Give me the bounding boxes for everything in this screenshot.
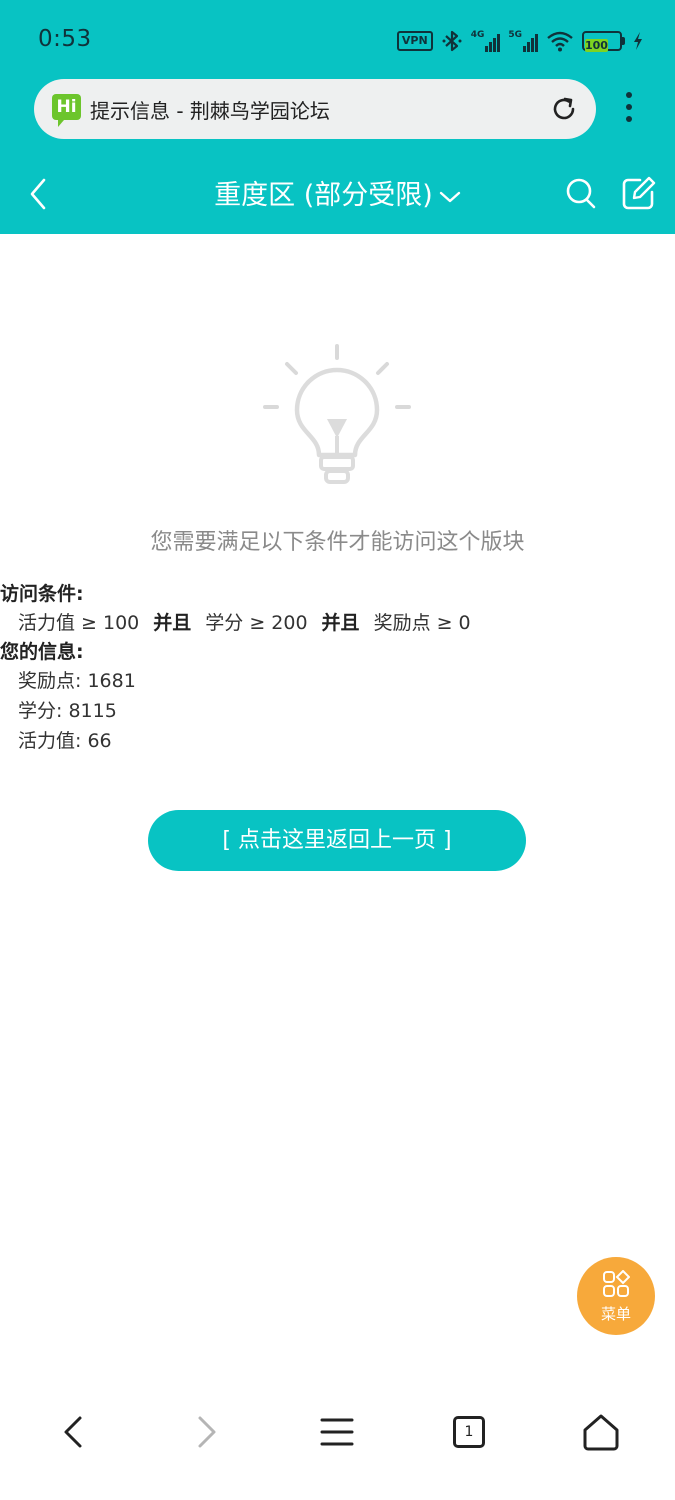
more-options-icon[interactable] [614, 92, 644, 128]
lightbulb-icon [263, 344, 411, 484]
forum-title: 重度区 (部分受限) [214, 180, 433, 211]
page-title: 提示信息 - 荆棘鸟学园论坛 [90, 99, 330, 123]
search-icon[interactable] [562, 174, 600, 212]
conditions-row: 活力值 ≥ 100 并且 学分 ≥ 200 并且 奖励点 ≥ 0 [0, 608, 675, 638]
browser-back-icon[interactable] [52, 1410, 96, 1454]
condition-vitality: 活力值 ≥ 100 [18, 612, 140, 634]
info-reward: 奖励点: 1681 [18, 670, 136, 692]
menu-label: 菜单 [600, 1305, 631, 1323]
signal-4g-icon: 4G [471, 30, 501, 52]
bluetooth-icon [442, 30, 462, 52]
menu-button[interactable]: 菜单 [577, 1257, 655, 1335]
browser-forward-icon[interactable] [184, 1410, 228, 1454]
site-logo: Hi [52, 94, 81, 127]
status-bar: 0:53 VPN 4G 5G 100 [0, 0, 675, 80]
signal-5g-icon: 5G [508, 30, 538, 52]
status-icons: VPN 4G 5G 100 [396, 26, 643, 56]
condition-reward: 奖励点 ≥ 0 [373, 612, 471, 634]
tabs-button[interactable]: 1 [447, 1410, 491, 1454]
battery-icon: 100 [582, 31, 625, 52]
wifi-icon [547, 31, 573, 52]
access-notice: 您需要满足以下条件才能访问这个版块 [150, 530, 525, 555]
battery-level: 100 [585, 39, 608, 52]
menu-grid-icon [603, 1270, 630, 1297]
browser-bottom-bar: 1 [0, 1390, 675, 1474]
home-icon[interactable] [579, 1410, 623, 1454]
access-info: 访问条件: 活力值 ≥ 100 并且 学分 ≥ 200 并且 奖励点 ≥ 0 您的信息:… [0, 580, 675, 756]
and-label: 并且 [321, 612, 360, 634]
signal-4g-label: 4G [470, 30, 485, 40]
and-label: 并且 [153, 612, 192, 634]
condition-credit: 学分 ≥ 200 [205, 612, 308, 634]
forum-nav-bar: 重度区 (部分受限) [0, 158, 675, 230]
reload-icon[interactable] [548, 93, 580, 125]
your-info-heading: 您的信息: [0, 641, 84, 663]
signal-5g-label: 5G [508, 30, 522, 40]
top-header: 0:53 VPN 4G 5G 100 Hi 提示信息 - 荆棘鸟学园论坛 重度区… [0, 0, 675, 234]
tab-count: 1 [453, 1416, 485, 1448]
address-bar[interactable]: Hi 提示信息 - 荆棘鸟学园论坛 [34, 79, 596, 139]
conditions-heading: 访问条件: [0, 583, 84, 605]
vpn-icon: VPN [396, 31, 433, 51]
info-credit: 学分: 8115 [18, 700, 117, 722]
chevron-down-icon [439, 191, 461, 202]
hamburger-menu-icon[interactable] [315, 1410, 359, 1454]
info-vitality: 活力值: 66 [18, 730, 112, 752]
compose-icon[interactable] [620, 174, 656, 212]
status-time: 0:53 [38, 26, 92, 52]
charging-icon [634, 32, 642, 50]
go-back-button[interactable]: [ 点击这里返回上一页 ] [148, 810, 526, 871]
